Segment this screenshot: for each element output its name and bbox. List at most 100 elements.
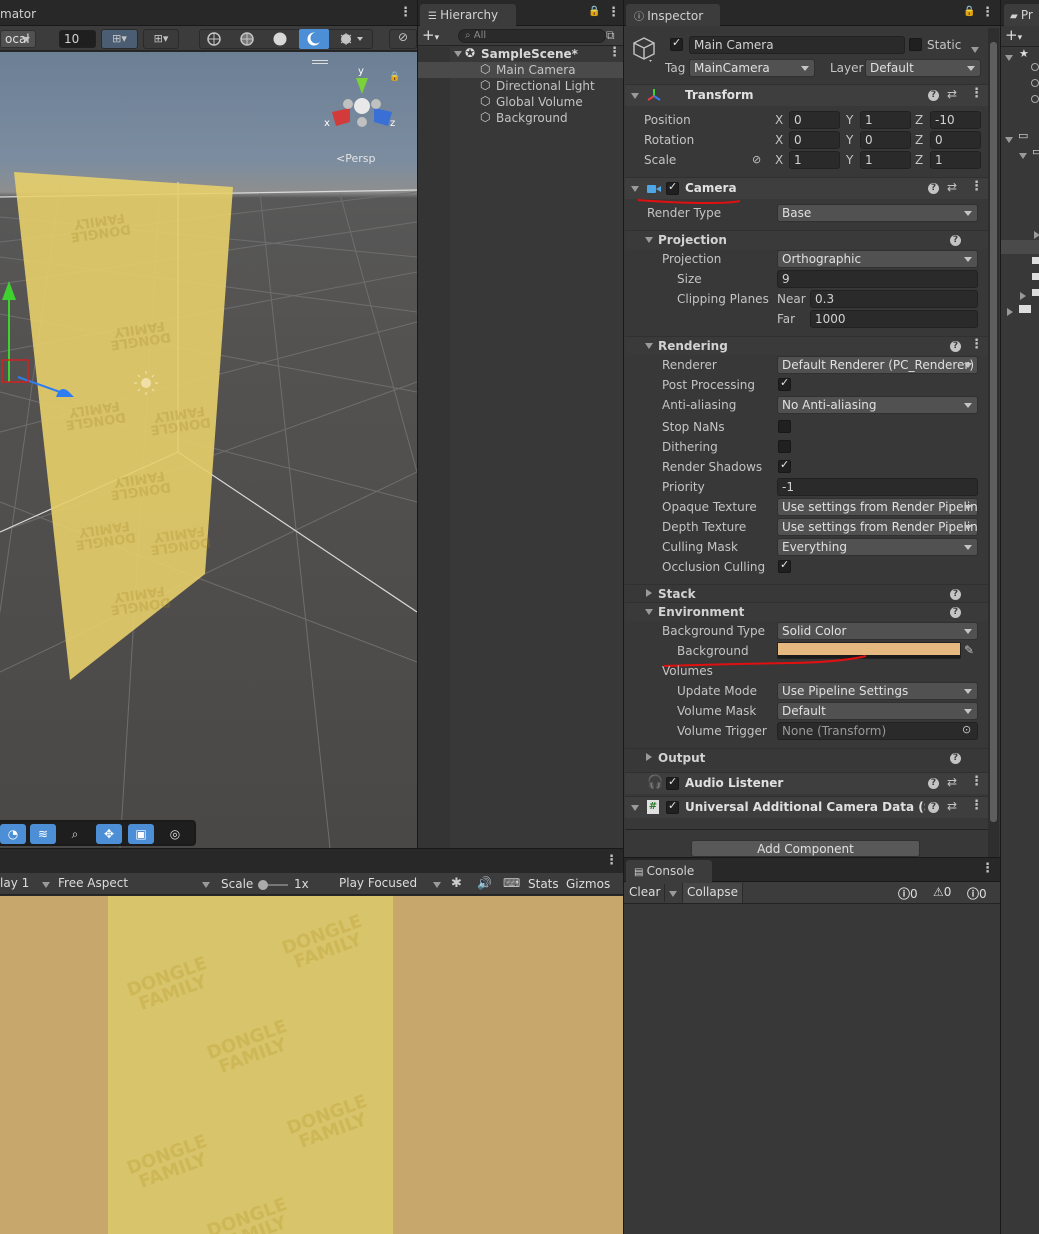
audio-listener-header[interactable]: 🎧 Audio Listener ? ⇄ ⋮	[625, 772, 988, 794]
tag-dropdown[interactable]: MainCamera	[689, 59, 815, 77]
collapse-arrow[interactable]	[645, 609, 653, 615]
wireframe-icon[interactable]	[206, 31, 222, 47]
console-menu-icon[interactable]: ⋮	[981, 861, 994, 876]
inspector-lock-icon[interactable]: 🔒	[963, 6, 975, 17]
component-menu-icon[interactable]: ⋮	[970, 774, 983, 789]
post-processing-toggle[interactable]	[778, 376, 791, 391]
help-icon[interactable]: ?	[928, 90, 939, 101]
hierarchy-item-global-volume[interactable]: ⬡ Global Volume	[418, 94, 623, 110]
console-log-area[interactable]	[624, 905, 1000, 1234]
panel-splitter[interactable]	[623, 0, 624, 1234]
section-menu-icon[interactable]: ⋮	[970, 337, 983, 352]
help-icon[interactable]: ?	[928, 183, 939, 194]
additional-camera-data-header[interactable]: # Universal Additional Camera Data (Scri…	[625, 796, 988, 818]
clear-button[interactable]: Clear	[629, 885, 660, 899]
occlusion-culling-toggle[interactable]	[778, 558, 791, 573]
rotation-z-field[interactable]: 0	[930, 131, 981, 149]
scene-visibility-icon[interactable]: ⧉	[606, 28, 615, 43]
scale-z-field[interactable]: 1	[930, 151, 981, 169]
increment-snap-button[interactable]: ⊞▾	[143, 29, 179, 49]
project-add-button[interactable]: +▾	[1005, 26, 1022, 44]
render-type-dropdown[interactable]: Base	[777, 204, 978, 222]
panel-splitter[interactable]	[417, 0, 418, 848]
hierarchy-search-input[interactable]: ⌕ All	[458, 29, 606, 43]
hierarchy-menu-icon[interactable]: ⋮	[607, 5, 620, 20]
shaded-icon[interactable]	[272, 31, 288, 47]
position-z-field[interactable]: -10	[930, 111, 981, 129]
scale-x-field[interactable]: 1	[789, 151, 840, 169]
help-icon[interactable]: ?	[950, 235, 961, 246]
scrollbar-thumb[interactable]	[990, 42, 997, 822]
stats-button[interactable]: Stats	[528, 877, 559, 891]
depth-texture-dropdown[interactable]: Use settings from Render Pipelin	[777, 518, 978, 536]
clear-options-dropdown[interactable]	[664, 884, 680, 902]
display-dropdown[interactable]: lay 1	[0, 876, 52, 893]
environment-section-header[interactable]: Environment ?	[625, 602, 988, 621]
rotation-x-field[interactable]: 0	[789, 131, 840, 149]
panel-splitter[interactable]	[1000, 0, 1001, 1234]
hierarchy-tab[interactable]: ☰ Hierarchy	[420, 4, 516, 26]
background-type-dropdown[interactable]: Solid Color	[777, 622, 978, 640]
local-global-dropdown[interactable]: ocal	[0, 30, 36, 48]
anti-aliasing-dropdown[interactable]: No Anti-aliasing	[777, 396, 978, 414]
panel-splitter[interactable]	[0, 848, 623, 849]
inspector-menu-icon[interactable]: ⋮	[981, 5, 994, 20]
audio-listener-toggle[interactable]	[666, 775, 679, 790]
subfolder-arrow[interactable]	[1020, 289, 1026, 303]
scale-slider-thumb[interactable]	[258, 880, 268, 890]
grid-snap-button[interactable]: ⊞▾	[101, 29, 138, 49]
layers-icon[interactable]: ≋	[30, 824, 56, 844]
help-icon[interactable]: ?	[928, 778, 939, 789]
error-filter-toggle[interactable]: ⓘ0	[967, 885, 987, 902]
scene-tab-label[interactable]: mator	[0, 7, 36, 21]
transform-header[interactable]: Transform ? ⇄ ⋮	[625, 84, 988, 106]
update-mode-dropdown[interactable]: Use Pipeline Settings	[777, 682, 978, 700]
help-icon[interactable]: ?	[950, 753, 961, 764]
help-icon[interactable]: ?	[950, 341, 961, 352]
keyboard-icon[interactable]: ⌨	[503, 876, 520, 890]
additional-data-toggle[interactable]	[666, 799, 679, 814]
scene-viewport[interactable]: DONGLE FAMILY DONGLE FAMILY DONGLE FAMIL…	[0, 52, 417, 848]
gizmos-button[interactable]: Gizmos	[566, 877, 610, 891]
inspector-tab[interactable]: ⓘ Inspector	[626, 4, 720, 26]
render-shadows-toggle[interactable]	[778, 458, 791, 473]
scene-expand-arrow[interactable]	[454, 51, 462, 57]
info-filter-toggle[interactable]: ⓘ0	[898, 885, 918, 902]
camera-enabled-toggle[interactable]	[666, 180, 679, 195]
collapse-arrow[interactable]	[631, 186, 639, 192]
component-menu-icon[interactable]: ⋮	[970, 798, 983, 813]
warning-filter-toggle[interactable]: ⚠0	[933, 885, 951, 899]
hierarchy-item-directional-light[interactable]: ⬡ Directional Light	[418, 78, 623, 94]
hierarchy-lock-icon[interactable]: 🔒	[588, 6, 600, 17]
volume-mask-dropdown[interactable]: Default	[777, 702, 978, 720]
unlit-icon-active[interactable]	[299, 29, 329, 49]
hierarchy-scene-row[interactable]: ✪ SampleScene* ⋮	[450, 45, 623, 62]
size-field[interactable]: 9	[777, 270, 978, 288]
lock-icon[interactable]: 🔒	[389, 72, 400, 82]
project-tab[interactable]: ▰ Pr	[1004, 4, 1039, 26]
priority-field[interactable]: -1	[777, 478, 978, 496]
culling-mask-dropdown[interactable]: Everything	[777, 538, 978, 556]
component-menu-icon[interactable]: ⋮	[970, 179, 983, 194]
output-section-header[interactable]: Output ?	[625, 748, 988, 767]
volume-trigger-field[interactable]: None (Transform)	[777, 722, 978, 740]
debug-draw-icon[interactable]	[338, 31, 364, 47]
hierarchy-item-background[interactable]: ⬡ Background	[418, 110, 623, 126]
help-icon[interactable]: ?	[928, 802, 939, 813]
selected-folder-row[interactable]	[1001, 240, 1039, 254]
console-tab[interactable]: ▤ Console	[626, 860, 712, 882]
zoom-icon[interactable]: ⌕	[62, 824, 88, 844]
near-field[interactable]: 0.3	[810, 290, 978, 308]
aspect-dropdown[interactable]: Free Aspect	[58, 876, 214, 893]
eyedropper-icon[interactable]: ✎	[964, 643, 974, 657]
collapse-arrow[interactable]	[631, 805, 639, 811]
static-dropdown-arrow[interactable]	[971, 42, 979, 56]
projection-section-header[interactable]: Projection ?	[625, 230, 988, 249]
camera-preview-icon[interactable]: ▣	[128, 824, 154, 844]
object-name-field[interactable]: Main Camera	[689, 36, 905, 54]
scale-link-icon[interactable]: ⊘	[752, 153, 761, 166]
scale-y-field[interactable]: 1	[860, 151, 911, 169]
fx-toggle-icon[interactable]: ⊘	[389, 29, 417, 49]
collapse-button[interactable]: Collapse	[682, 883, 743, 903]
help-icon[interactable]: ?	[950, 607, 961, 618]
